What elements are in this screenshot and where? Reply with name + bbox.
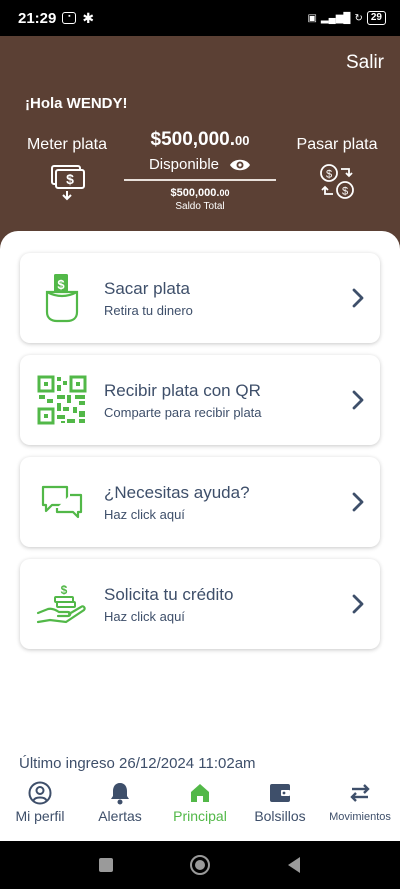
card-subtitle: Haz click aquí: [104, 506, 185, 522]
card-title: Recibir plata con QR: [104, 380, 261, 400]
nav-movements[interactable]: Movimientos: [320, 774, 400, 841]
chevron-right-icon: [352, 390, 364, 410]
total-balance: $500,000.00: [170, 186, 230, 199]
balance-panel: $500,000.00 Disponible $500,000.00 Saldo…: [120, 129, 280, 212]
signal-icon: ▂▄▆█: [320, 12, 351, 24]
screen-record-icon: ▪: [62, 12, 77, 24]
sim-icon: ▣: [307, 12, 317, 24]
total-label: Saldo Total: [175, 200, 225, 212]
card-title: ¿Necesitas ayuda?: [104, 482, 250, 502]
chevron-right-icon: [352, 288, 364, 308]
transfer-label: Pasar plata: [296, 136, 378, 153]
last-login: Último ingreso 26/12/2024 11:02am: [19, 755, 256, 772]
wallet-icon: [270, 784, 290, 802]
nav-pockets[interactable]: Bolsillos: [240, 774, 320, 841]
available-balance: $500,000.00: [150, 129, 250, 150]
card-subtitle: Haz click aquí: [104, 608, 185, 624]
recents-button[interactable]: [98, 857, 114, 873]
system-nav-bar: [0, 841, 400, 889]
svg-text:$: $: [57, 277, 65, 292]
deposit-button[interactable]: Meter plata $: [12, 136, 122, 207]
status-icons: ▣ ▂▄▆█ ↻ 29: [307, 11, 386, 25]
card-title: Solicita tu crédito: [104, 584, 234, 604]
card-subtitle: Comparte para recibir plata: [104, 404, 262, 420]
arrows-icon: [350, 784, 370, 802]
transfer-button[interactable]: Pasar plata $ $: [282, 136, 392, 207]
qr-code-icon: [37, 375, 87, 425]
transfer-icon: $ $: [320, 164, 354, 199]
svg-text:$: $: [342, 186, 348, 198]
nav-label: Movimientos: [329, 811, 391, 823]
hand-money-icon: $: [36, 583, 86, 624]
nav-label: Bolsillos: [254, 808, 306, 824]
eye-icon[interactable]: [229, 158, 251, 172]
home-icon: [191, 784, 209, 802]
greeting: ¡Hola WENDY!: [25, 95, 128, 112]
chat-bubbles-icon: [41, 485, 83, 519]
svg-text:$: $: [66, 171, 74, 187]
chevron-right-icon: [352, 492, 364, 512]
available-label: Disponible: [148, 156, 220, 173]
logout-button[interactable]: Salir: [346, 52, 384, 74]
back-button[interactable]: [286, 856, 302, 874]
status-time: 21:29: [18, 9, 57, 27]
nav-label: Mi perfil: [15, 808, 65, 824]
cash-in-icon: $: [51, 165, 85, 201]
card-title: Sacar plata: [104, 278, 190, 298]
main-content: $ Sacar plata Retira tu dinero Recibir p…: [0, 231, 400, 841]
balance-divider: [124, 179, 276, 181]
credit-card[interactable]: $ Solicita tu crédito Haz click aquí: [20, 559, 380, 649]
withdraw-card[interactable]: $ Sacar plata Retira tu dinero: [20, 253, 380, 343]
help-card[interactable]: ¿Necesitas ayuda? Haz click aquí: [20, 457, 380, 547]
nav-profile[interactable]: Mi perfil: [0, 774, 80, 841]
bottom-nav: Mi perfil Alertas Principal Bolsillos Mo…: [0, 774, 400, 841]
card-subtitle: Retira tu dinero: [104, 302, 193, 318]
receive-qr-card[interactable]: Recibir plata con QR Comparte para recib…: [20, 355, 380, 445]
settings-icon: ✱: [82, 9, 95, 26]
sync-icon: ↻: [354, 12, 363, 24]
chevron-right-icon: [352, 594, 364, 614]
user-icon: [28, 781, 52, 805]
status-bar: 21:29 ▪ ✱ ▣ ▂▄▆█ ↻ 29: [0, 0, 400, 36]
bell-icon: [111, 783, 129, 805]
available-row: Disponible: [120, 156, 280, 173]
nav-home[interactable]: Principal: [160, 774, 240, 841]
nav-label: Alertas: [98, 808, 142, 824]
svg-text:$: $: [61, 583, 68, 597]
battery-icon: 29: [366, 11, 386, 25]
home-button[interactable]: [189, 854, 211, 876]
svg-text:$: $: [326, 169, 332, 181]
nav-label: Principal: [173, 808, 227, 824]
wallet-cash-icon: $: [45, 274, 79, 323]
account-header: Salir ¡Hola WENDY! Meter plata $ $500,00…: [0, 36, 400, 251]
nav-alerts[interactable]: Alertas: [80, 774, 160, 841]
deposit-label: Meter plata: [26, 136, 108, 153]
